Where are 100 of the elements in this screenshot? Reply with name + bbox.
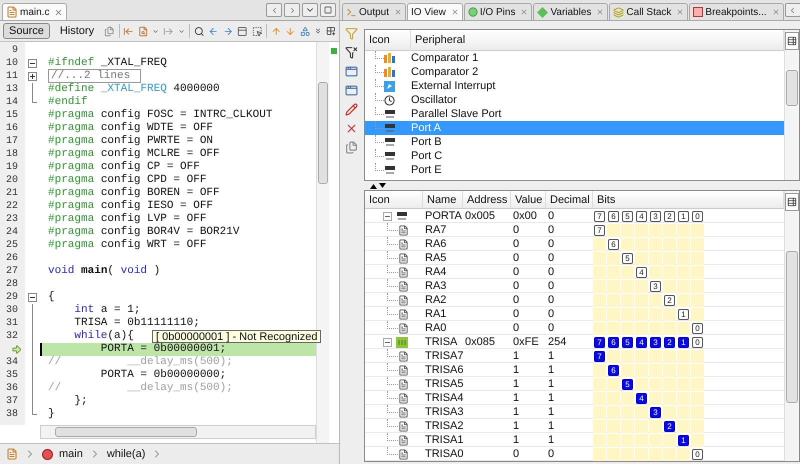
bit-toggle[interactable]: 2 <box>664 336 675 348</box>
panel-tab[interactable]: I/O Pins <box>464 3 532 20</box>
bit-toggle[interactable]: 4 <box>636 210 647 222</box>
scroll-left-button[interactable] <box>784 3 800 17</box>
pencil-icon[interactable] <box>344 103 358 116</box>
peripheral-row[interactable]: Oscillator <box>365 93 784 107</box>
maximize-button[interactable] <box>320 3 336 17</box>
file-tab[interactable]: main.c <box>2 3 68 20</box>
bit-toggle[interactable]: 1 <box>678 336 689 348</box>
file-search-icon[interactable] <box>138 24 148 38</box>
table-icon[interactable] <box>787 197 797 207</box>
bit-toggle[interactable]: 1 <box>678 308 689 320</box>
bit-toggle[interactable]: 3 <box>650 406 661 418</box>
scrollbar-thumb[interactable] <box>318 82 328 184</box>
table-icon[interactable] <box>787 36 797 46</box>
bit-toggle[interactable]: 5 <box>622 252 633 264</box>
close-icon[interactable] <box>54 8 64 16</box>
delete-icon[interactable] <box>344 122 358 135</box>
bit-toggle[interactable]: 6 <box>608 364 619 376</box>
documents-icon[interactable] <box>344 141 358 154</box>
peripheral-row[interactable]: Port B <box>365 135 784 149</box>
close-icon[interactable] <box>596 8 604 16</box>
bit-toggle[interactable]: 4 <box>636 336 647 348</box>
bit-toggle[interactable]: 6 <box>608 210 619 222</box>
column-header[interactable]: Address <box>463 191 511 208</box>
close-icon[interactable] <box>520 8 528 16</box>
column-header[interactable]: Value <box>511 191 546 208</box>
column-header[interactable]: Icon <box>365 191 423 208</box>
bit-toggle[interactable]: 2 <box>664 294 675 306</box>
bit-toggle[interactable]: 7 <box>594 336 605 348</box>
panel-tab[interactable]: Call Stack <box>609 3 688 20</box>
columns-button[interactable] <box>785 32 799 50</box>
peripheral-row[interactable]: Port C <box>365 149 784 163</box>
peripheral-row[interactable]: Port E <box>365 163 784 177</box>
scrollbar-thumb[interactable] <box>55 427 197 437</box>
bit-toggle[interactable]: 5 <box>622 210 633 222</box>
bit-toggle[interactable]: 3 <box>650 280 661 292</box>
bit-toggle[interactable]: 1 <box>678 210 689 222</box>
horizontal-scrollbar[interactable] <box>40 425 316 439</box>
add-grid-icon[interactable] <box>326 25 336 37</box>
selection-icon[interactable] <box>252 24 262 38</box>
bit-toggle[interactable]: 5 <box>622 336 633 348</box>
panel-tab[interactable]: Breakpoints... <box>689 3 784 20</box>
collapse-icon[interactable] <box>383 338 392 346</box>
bit-toggle[interactable]: 7 <box>594 350 605 362</box>
bit-toggle[interactable]: 6 <box>608 238 619 250</box>
view-toggle-button[interactable]: History <box>54 23 100 39</box>
window-icon[interactable] <box>344 84 358 97</box>
expand-icon[interactable] <box>28 72 37 81</box>
breadcrumb[interactable]: while(a) <box>106 448 146 460</box>
column-header[interactable]: Decimal <box>546 191 593 208</box>
more-icon[interactable] <box>314 26 322 36</box>
bit-toggle[interactable]: 7 <box>594 210 605 222</box>
close-icon[interactable] <box>772 8 780 16</box>
collapse-icon[interactable] <box>28 59 37 68</box>
collapse-icon[interactable] <box>383 212 392 220</box>
scroll-left-button[interactable] <box>266 3 282 17</box>
bit-toggle[interactable]: 0 <box>692 448 703 460</box>
bit-toggle[interactable]: 0 <box>692 322 703 334</box>
bit-toggle[interactable]: 3 <box>650 336 661 348</box>
shapes-icon[interactable] <box>300 24 310 38</box>
close-icon[interactable] <box>676 8 684 16</box>
bit-toggle[interactable]: 6 <box>608 336 619 348</box>
peripheral-row[interactable]: Parallel Slave Port <box>365 107 784 121</box>
search-icon[interactable] <box>194 24 204 38</box>
filter-icon[interactable] <box>344 27 358 40</box>
c-file-icon[interactable] <box>6 448 18 460</box>
bit-toggle[interactable]: 2 <box>664 420 675 432</box>
column-header[interactable]: Icon <box>365 30 411 50</box>
panel-icon[interactable] <box>237 24 248 38</box>
peripheral-row[interactable]: Comparator 1 <box>365 51 784 65</box>
peripheral-row[interactable]: Comparator 2 <box>365 65 784 79</box>
scrollbar-thumb[interactable] <box>786 251 798 403</box>
bit-toggle[interactable]: 3 <box>650 210 661 222</box>
splitter-arrows-icon[interactable] <box>370 182 386 188</box>
bit-toggle[interactable]: 1 <box>678 434 689 446</box>
vertical-scrollbar[interactable] <box>316 42 329 443</box>
peripheral-row[interactable]: External Interrupt <box>365 79 784 93</box>
documents-icon[interactable] <box>104 24 115 38</box>
bit-toggle[interactable]: 2 <box>664 210 675 222</box>
close-icon[interactable] <box>394 8 402 16</box>
bit-toggle[interactable]: 5 <box>622 378 633 390</box>
bit-toggle[interactable]: 4 <box>636 392 647 404</box>
panel-tab[interactable]: Output <box>342 3 406 20</box>
breadcrumb[interactable]: main <box>59 448 83 460</box>
bit-toggle[interactable]: 0 <box>692 336 703 348</box>
clear-filter-icon[interactable] <box>344 46 358 59</box>
bit-toggle[interactable]: 7 <box>594 224 605 236</box>
c-file-icon[interactable] <box>6 6 18 18</box>
column-header[interactable]: Name <box>423 191 463 208</box>
bit-toggle[interactable]: 4 <box>636 266 647 278</box>
panel-tab[interactable]: Variables <box>533 3 608 20</box>
collapse-icon[interactable] <box>28 293 37 302</box>
bit-toggle[interactable]: 0 <box>692 210 703 222</box>
view-toggle-button[interactable]: Source <box>3 23 50 39</box>
close-icon[interactable] <box>450 8 459 16</box>
tab-list-button[interactable] <box>302 3 318 17</box>
window-icon[interactable] <box>344 65 358 78</box>
vertical-scrollbar[interactable] <box>784 30 799 180</box>
panel-tab[interactable]: IO View <box>407 3 463 20</box>
